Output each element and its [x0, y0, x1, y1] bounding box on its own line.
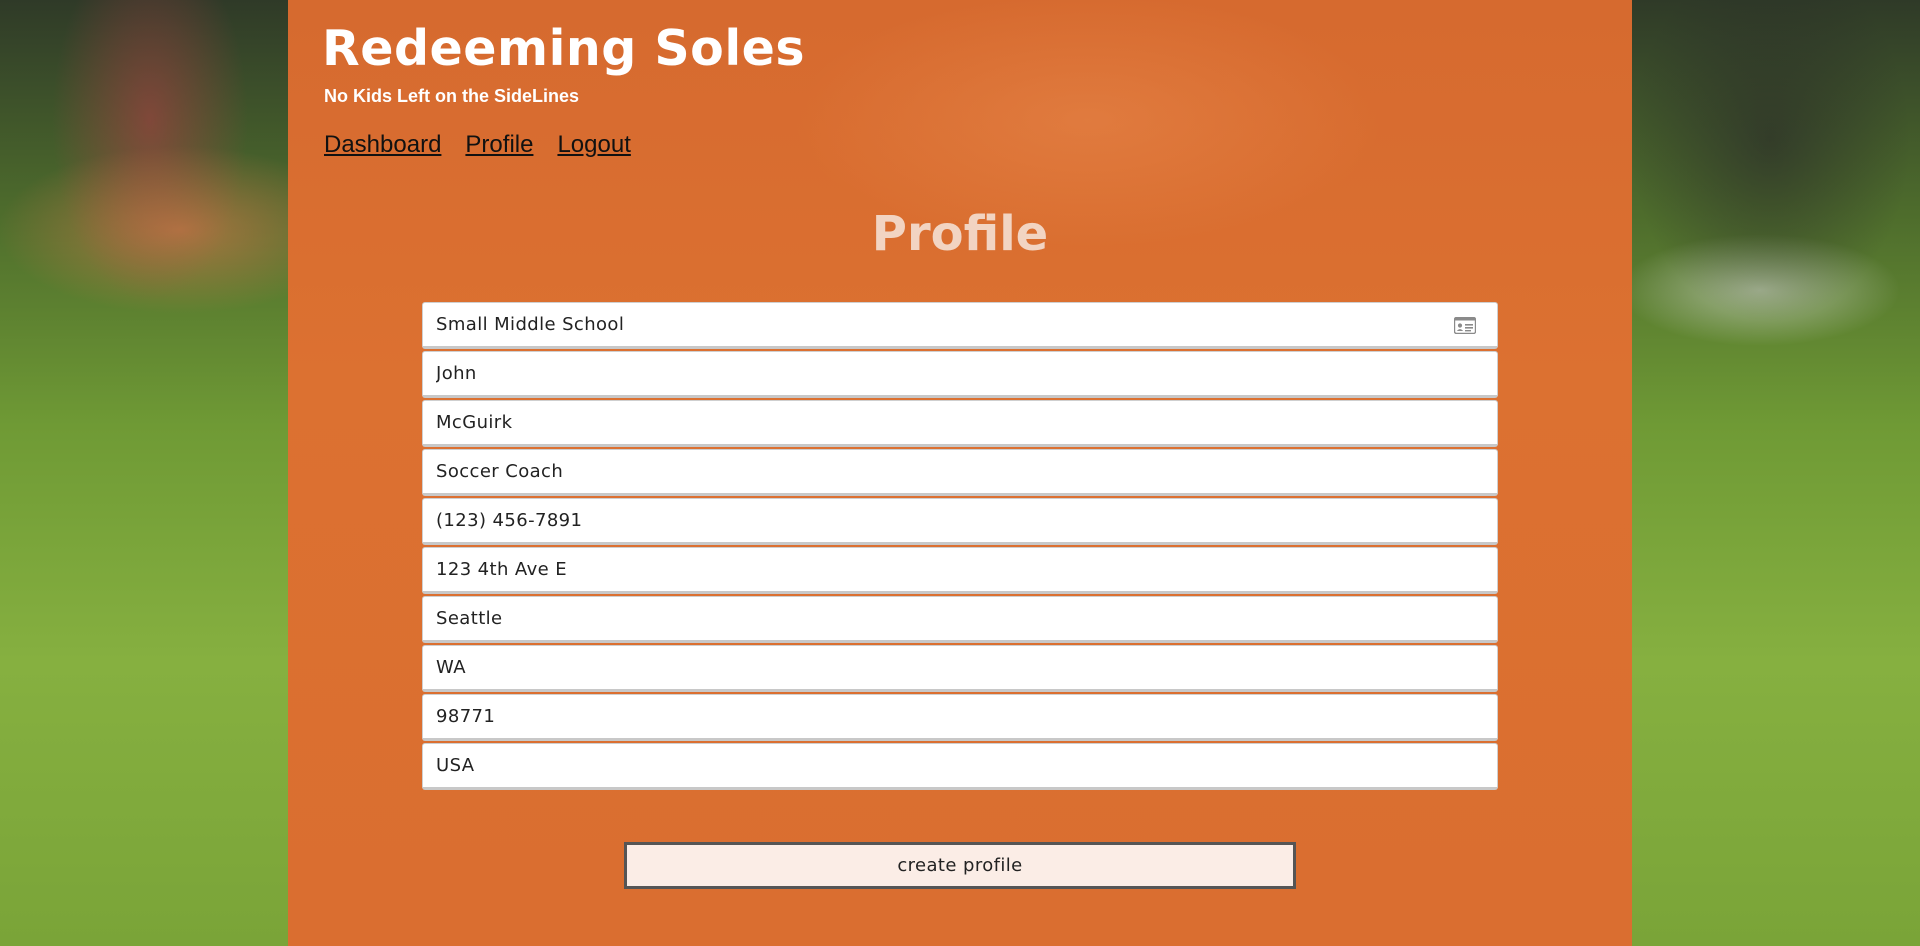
school-field — [422, 302, 1498, 349]
country-field — [422, 743, 1498, 790]
state-input[interactable] — [423, 646, 1497, 689]
country-input[interactable] — [423, 744, 1497, 787]
nav-link-dashboard[interactable]: Dashboard — [324, 131, 441, 159]
role-input[interactable] — [423, 450, 1497, 493]
school-input[interactable] — [423, 303, 1497, 346]
nav-link-logout[interactable]: Logout — [557, 131, 630, 159]
first-name-input[interactable] — [423, 352, 1497, 395]
city-input[interactable] — [423, 597, 1497, 640]
zip-input[interactable] — [423, 695, 1497, 738]
street-address-field — [422, 547, 1498, 594]
role-field — [422, 449, 1498, 496]
last-name-input[interactable] — [423, 401, 1497, 444]
street-address-input[interactable] — [423, 548, 1497, 591]
brand-title: Redeeming Soles — [322, 20, 806, 77]
contact-card-icon[interactable] — [1454, 317, 1476, 334]
main-nav: Dashboard Profile Logout — [324, 131, 631, 159]
last-name-field — [422, 400, 1498, 447]
create-profile-button[interactable]: create profile — [624, 842, 1296, 889]
page-title: Profile — [871, 206, 1049, 262]
state-field — [422, 645, 1498, 692]
brand-tagline: No Kids Left on the SideLines — [324, 86, 580, 106]
profile-form — [422, 302, 1498, 792]
city-field — [422, 596, 1498, 643]
zip-field — [422, 694, 1498, 741]
nav-link-profile[interactable]: Profile — [465, 131, 533, 159]
phone-field — [422, 498, 1498, 545]
first-name-field — [422, 351, 1498, 398]
phone-input[interactable] — [423, 499, 1497, 542]
